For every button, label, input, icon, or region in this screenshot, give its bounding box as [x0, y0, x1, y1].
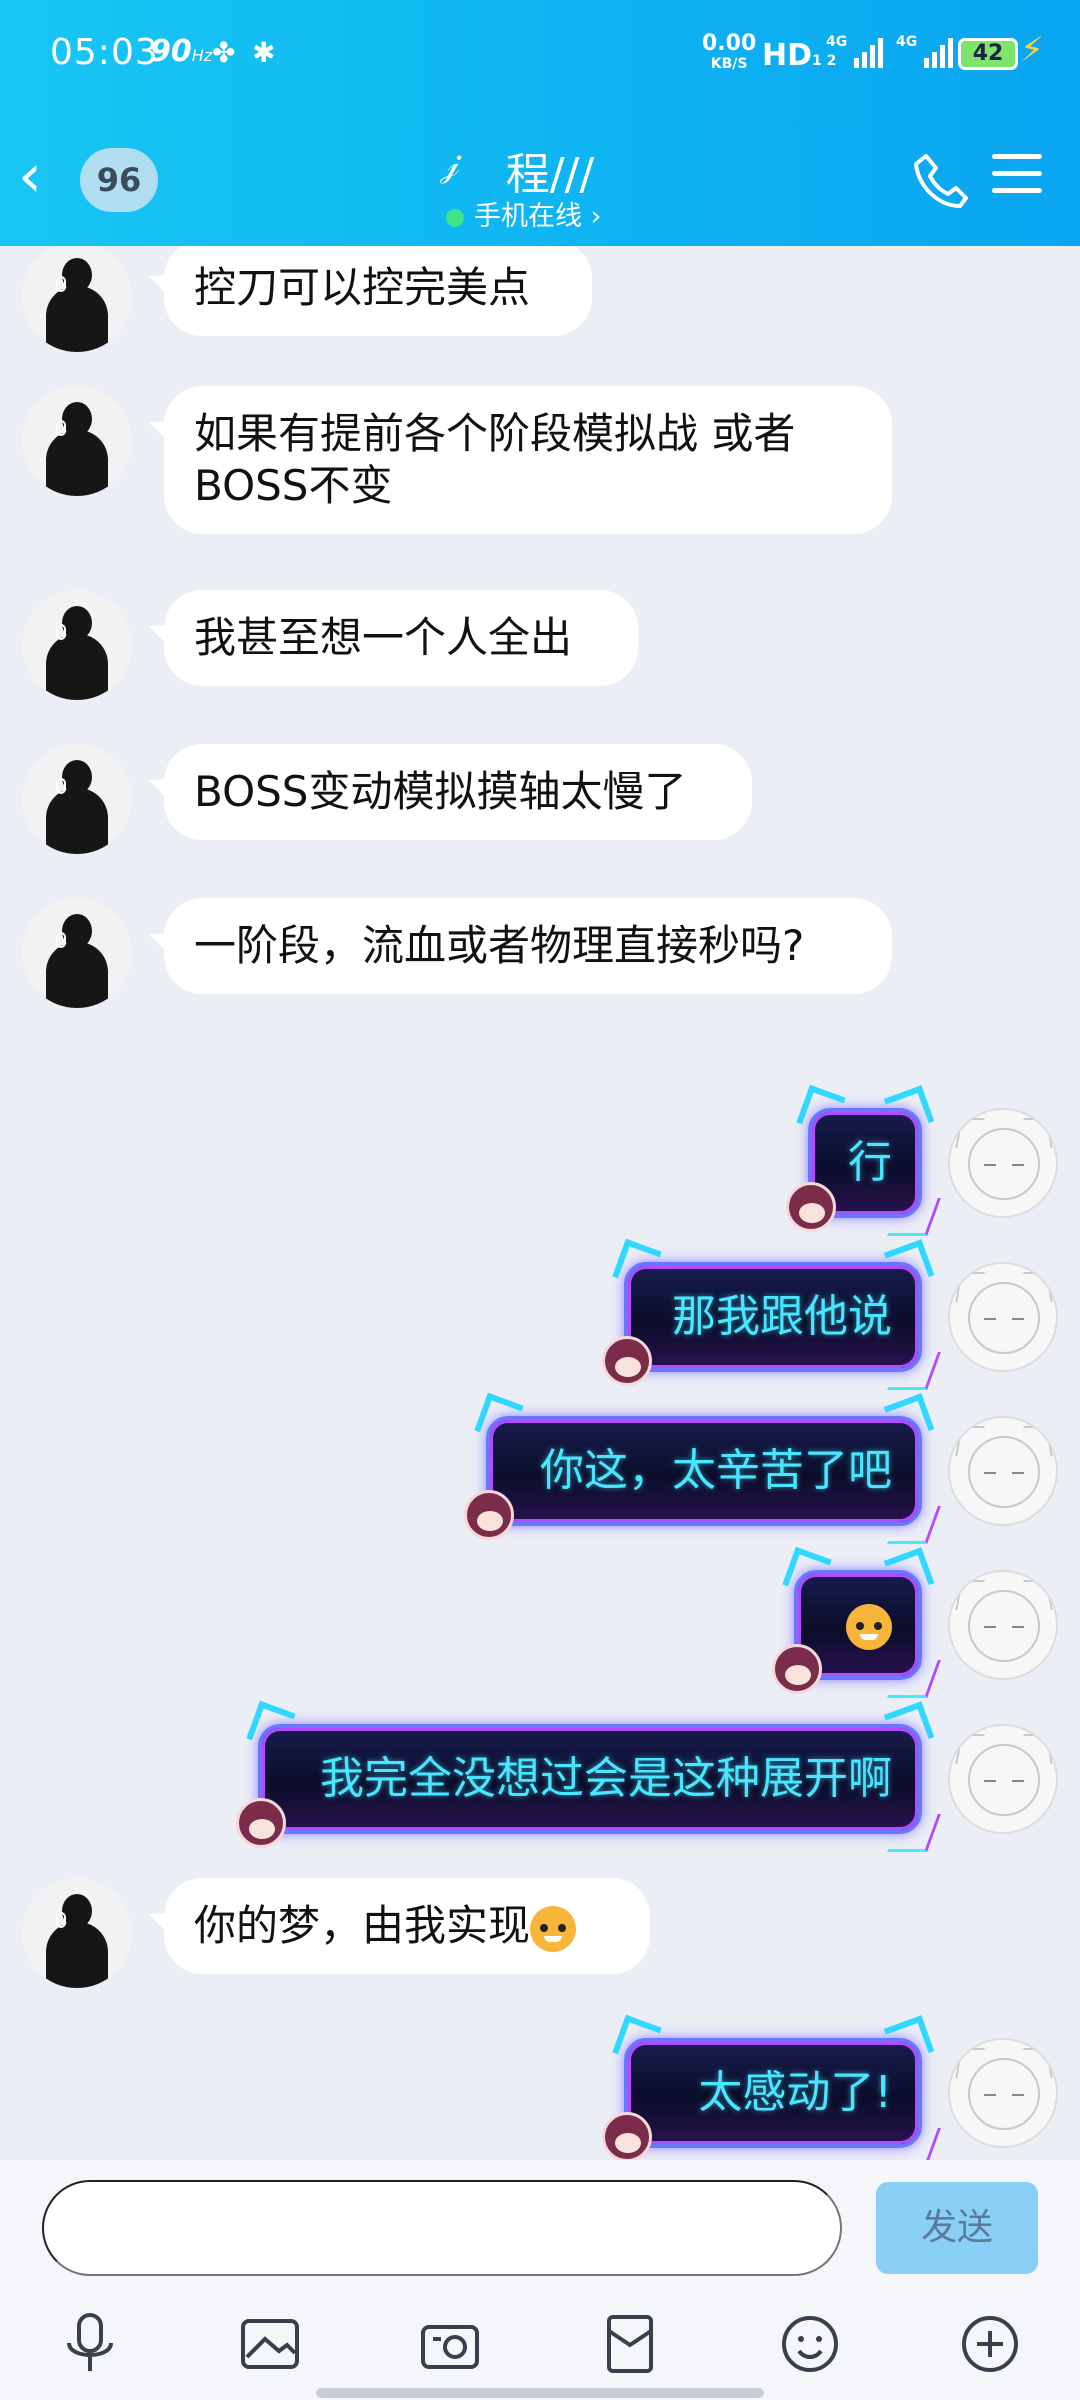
back-icon[interactable]: ‹: [18, 146, 68, 208]
bluetooth-icon: ✱: [252, 35, 276, 69]
user-avatar[interactable]: [948, 1108, 1058, 1218]
home-indicator[interactable]: [316, 2388, 764, 2398]
top-bar: 05:03 90Hz ✤ ✱ 0.00 KB/S HD1 2 4G 4G 42 ⚡…: [0, 0, 1080, 246]
message-bubble[interactable]: BOSS变动模拟摸轴太慢了: [164, 744, 752, 840]
send-button[interactable]: 发送: [876, 2182, 1038, 2274]
sticker-avatar-icon: [602, 1336, 652, 1386]
charging-icon: ⚡: [1020, 30, 1044, 70]
signal-icon: 4G: [896, 34, 953, 68]
neon-message-bubble[interactable]: 太感动了!: [602, 2014, 941, 2160]
contact-avatar[interactable]: [22, 246, 132, 352]
contact-avatar[interactable]: [22, 590, 132, 700]
menu-icon[interactable]: [992, 154, 1042, 204]
message-list[interactable]: 控刀可以控完美点 如果有提前各个阶段模拟战 或者BOSS不变 我甚至想一个人全出…: [0, 246, 1080, 2160]
doge-emoji-icon: [530, 1905, 577, 1952]
message-bubble[interactable]: 你的梦，由我实现: [164, 1878, 650, 1974]
online-dot-icon: [446, 208, 464, 227]
network-speed: 0.00 KB/S: [702, 31, 757, 73]
contact-avatar[interactable]: [22, 1878, 132, 1988]
microphone-icon[interactable]: [52, 2306, 128, 2382]
presence-status[interactable]: 手机在线 ›: [446, 194, 601, 233]
phone-call-icon[interactable]: [908, 148, 972, 212]
battery-icon: 42: [958, 38, 1018, 70]
refresh-rate: 90Hz: [150, 34, 213, 69]
neon-message-bubble[interactable]: 那我跟他说: [602, 1238, 941, 1390]
user-avatar[interactable]: [948, 1724, 1058, 1834]
sticker-avatar-icon: [786, 1182, 836, 1232]
contact-avatar[interactable]: [22, 898, 132, 1008]
red-packet-icon[interactable]: [592, 2306, 668, 2382]
doge-emoji-icon: [846, 1604, 892, 1650]
sticker-avatar-icon: [236, 1798, 286, 1848]
sticker-avatar-icon: [602, 2112, 652, 2160]
message-bubble[interactable]: 如果有提前各个阶段模拟战 或者BOSS不变: [164, 386, 892, 534]
contact-avatar[interactable]: [22, 386, 132, 496]
sticker-avatar-icon: [772, 1644, 822, 1694]
user-avatar[interactable]: [948, 1262, 1058, 1372]
neon-message-bubble[interactable]: 我完全没想过会是这种展开啊: [236, 1700, 941, 1852]
unread-badge[interactable]: 96: [80, 148, 158, 212]
neon-message-bubble[interactable]: 你这，太辛苦了吧: [464, 1392, 941, 1544]
user-avatar[interactable]: [948, 1570, 1058, 1680]
composer: 发送: [0, 2160, 1080, 2400]
status-time: 05:03: [50, 32, 159, 73]
message-input[interactable]: [42, 2180, 842, 2276]
status-bar: 05:03 90Hz ✤ ✱ 0.00 KB/S HD1 2 4G 4G 42 ⚡: [0, 0, 1080, 110]
neon-message-bubble[interactable]: 行: [786, 1084, 941, 1236]
camera-icon[interactable]: [412, 2306, 488, 2382]
message-bubble[interactable]: 控刀可以控完美点: [164, 246, 592, 336]
message-bubble[interactable]: 一阶段，流血或者物理直接秒吗?: [164, 898, 892, 994]
emoji-icon[interactable]: [772, 2306, 848, 2382]
contact-title[interactable]: 程///: [430, 138, 670, 202]
neon-message-bubble[interactable]: [772, 1546, 941, 1698]
image-icon[interactable]: [232, 2306, 308, 2382]
chat-header: ‹ 96 𝒿 程/// 手机在线 ›: [0, 130, 1080, 233]
contact-avatar[interactable]: [22, 744, 132, 854]
user-avatar[interactable]: [948, 1416, 1058, 1526]
message-bubble[interactable]: 我甚至想一个人全出: [164, 590, 638, 686]
fan-icon: ✤: [212, 35, 236, 69]
user-avatar[interactable]: [948, 2038, 1058, 2148]
input-toolbar: [0, 2300, 1080, 2390]
contact-name: 程///: [505, 149, 595, 200]
signal-icon: 4G: [826, 34, 883, 68]
sticker-avatar-icon: [464, 1490, 514, 1540]
plus-icon[interactable]: [952, 2306, 1028, 2382]
